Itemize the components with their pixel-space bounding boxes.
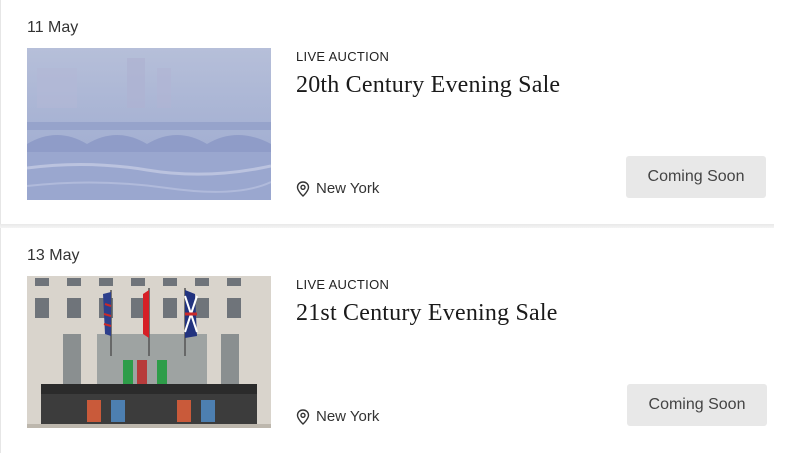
building-image	[27, 276, 271, 428]
auction-card[interactable]: 13 May LIVE AUCTION 21st Century Evening…	[0, 228, 775, 453]
auction-image[interactable]	[27, 276, 271, 428]
auction-date: 13 May	[27, 247, 80, 264]
auction-type: LIVE AUCTION	[296, 49, 390, 64]
location-label: New York	[316, 180, 380, 197]
location-pin-icon	[296, 408, 310, 425]
coming-soon-button[interactable]: Coming Soon	[627, 384, 767, 426]
location-pin-icon	[296, 180, 310, 197]
auction-type: LIVE AUCTION	[296, 277, 390, 292]
auction-date: 11 May	[27, 19, 79, 36]
auction-title[interactable]: 21st Century Evening Sale	[296, 300, 558, 327]
coming-soon-button[interactable]: Coming Soon	[626, 156, 766, 198]
location-label: New York	[316, 408, 380, 425]
painting-image	[27, 48, 271, 200]
auction-image[interactable]	[27, 48, 271, 200]
auction-card[interactable]: 11 May LIVE AUCTION 20th Century Evening…	[0, 0, 775, 224]
auction-location: New York	[296, 408, 379, 425]
auction-title[interactable]: 20th Century Evening Sale	[296, 72, 560, 99]
auction-location: New York	[296, 180, 379, 197]
